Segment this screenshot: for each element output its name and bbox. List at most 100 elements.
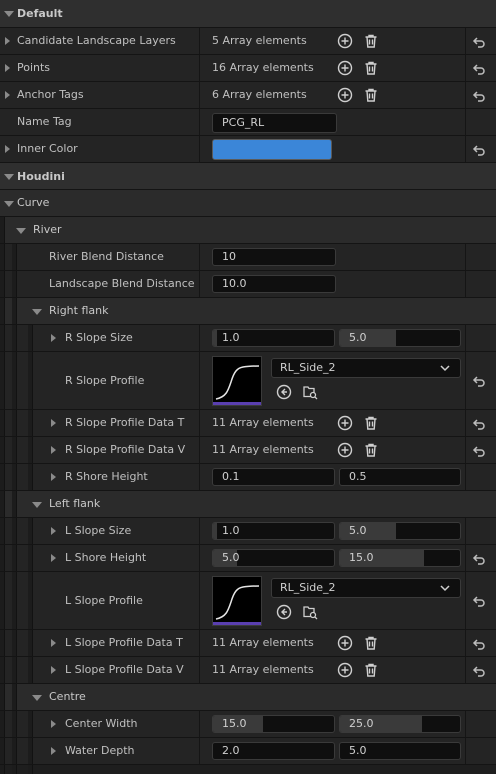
group-right-flank[interactable]: Right flank — [0, 298, 496, 325]
expand-arrow-icon[interactable] — [5, 37, 10, 45]
r-slope-size-min-input[interactable]: 1.0 — [212, 329, 335, 347]
column-divider[interactable] — [199, 630, 200, 656]
r-slope-size-max-input[interactable]: 5.0 — [339, 329, 461, 347]
add-element-icon[interactable] — [337, 60, 353, 76]
browse-arrow-icon[interactable] — [276, 604, 292, 620]
reset-arrow-icon[interactable] — [472, 552, 486, 566]
expand-arrow-icon[interactable] — [51, 334, 56, 342]
expand-arrow-icon[interactable] — [51, 419, 56, 427]
expand-arrow-icon[interactable] — [51, 446, 56, 454]
reset-arrow-icon[interactable] — [472, 444, 486, 458]
column-divider[interactable] — [199, 518, 200, 544]
center-width-max-input[interactable]: 25.0 — [339, 715, 461, 733]
column-divider[interactable] — [199, 244, 200, 270]
r-shore-height-max-input[interactable]: 0.5 — [339, 468, 461, 486]
column-divider[interactable] — [199, 55, 200, 81]
column-divider[interactable] — [199, 410, 200, 436]
column-divider[interactable] — [199, 738, 200, 764]
group-river[interactable]: River — [0, 217, 496, 244]
column-divider[interactable] — [199, 545, 200, 571]
name-tag-input[interactable]: PCG_RL — [212, 113, 337, 133]
expand-arrow-icon[interactable] — [4, 11, 14, 17]
add-element-icon[interactable] — [337, 442, 353, 458]
indent-guide — [12, 271, 17, 297]
l-slope-size-min-input[interactable]: 1.0 — [212, 522, 335, 540]
array-count: 16 Array elements — [212, 61, 314, 74]
column-divider[interactable] — [199, 109, 200, 135]
center-width-min-input[interactable]: 15.0 — [212, 715, 335, 733]
expand-arrow-icon[interactable] — [32, 502, 42, 508]
reset-arrow-icon[interactable] — [472, 89, 486, 103]
reset-arrow-icon[interactable] — [472, 35, 486, 49]
expand-arrow-icon[interactable] — [5, 64, 10, 72]
add-element-icon[interactable] — [337, 87, 353, 103]
add-element-icon[interactable] — [337, 33, 353, 49]
category-default[interactable]: Default — [0, 0, 496, 28]
column-divider[interactable] — [199, 572, 200, 629]
expand-arrow-icon[interactable] — [51, 720, 56, 728]
reset-arrow-icon[interactable] — [472, 143, 486, 157]
group-centre[interactable]: Centre — [0, 684, 496, 711]
l-slope-size-max-input[interactable]: 5.0 — [339, 522, 461, 540]
indent-guide — [0, 244, 5, 270]
category-houdini[interactable]: Houdini — [0, 163, 496, 190]
find-asset-icon[interactable] — [302, 604, 318, 620]
expand-arrow-icon[interactable] — [51, 554, 56, 562]
expand-arrow-icon[interactable] — [32, 309, 42, 315]
trash-icon[interactable] — [363, 442, 379, 458]
reset-arrow-icon[interactable] — [472, 637, 486, 651]
landscape-blend-input[interactable]: 10.0 — [212, 275, 336, 293]
reset-arrow-icon[interactable] — [472, 417, 486, 431]
curve-thumbnail[interactable] — [212, 356, 262, 406]
column-divider[interactable] — [199, 325, 200, 351]
expand-arrow-icon[interactable] — [5, 91, 10, 99]
reset-arrow-icon[interactable] — [472, 594, 486, 608]
expand-arrow-icon[interactable] — [51, 527, 56, 535]
expand-arrow-icon[interactable] — [4, 201, 14, 207]
r-slope-profile-asset-picker[interactable]: RL_Side_2 — [271, 358, 461, 378]
river-blend-input[interactable]: 10 — [212, 248, 336, 266]
r-shore-height-min-input[interactable]: 0.1 — [212, 468, 335, 486]
column-divider[interactable] — [199, 352, 200, 409]
reset-arrow-icon[interactable] — [472, 62, 486, 76]
l-shore-height-min-input[interactable]: 5.0 — [212, 549, 335, 567]
group-curve[interactable]: Curve — [0, 190, 496, 217]
expand-arrow-icon[interactable] — [32, 695, 42, 701]
column-divider[interactable] — [199, 271, 200, 297]
add-element-icon[interactable] — [337, 635, 353, 651]
add-element-icon[interactable] — [337, 415, 353, 431]
expand-arrow-icon[interactable] — [4, 174, 14, 180]
column-divider[interactable] — [199, 711, 200, 737]
indent-guide — [28, 545, 33, 571]
expand-arrow-icon[interactable] — [51, 473, 56, 481]
l-shore-height-max-input[interactable]: 15.0 — [339, 549, 461, 567]
expand-arrow-icon[interactable] — [16, 228, 26, 234]
column-divider[interactable] — [199, 28, 200, 54]
color-swatch[interactable] — [212, 139, 332, 160]
curve-thumbnail[interactable] — [212, 576, 262, 626]
expand-arrow-icon[interactable] — [51, 666, 56, 674]
reset-arrow-icon[interactable] — [472, 374, 486, 388]
column-divider[interactable] — [199, 82, 200, 108]
trash-icon[interactable] — [363, 415, 379, 431]
trash-icon[interactable] — [363, 33, 379, 49]
expand-arrow-icon[interactable] — [5, 145, 10, 153]
column-divider[interactable] — [199, 657, 200, 683]
water-depth-min-input[interactable]: 2.0 — [212, 742, 335, 760]
find-asset-icon[interactable] — [302, 384, 318, 400]
column-divider[interactable] — [199, 437, 200, 463]
trash-icon[interactable] — [363, 87, 379, 103]
column-divider[interactable] — [199, 464, 200, 490]
expand-arrow-icon[interactable] — [51, 639, 56, 647]
trash-icon[interactable] — [363, 662, 379, 678]
l-slope-profile-asset-picker[interactable]: RL_Side_2 — [271, 578, 461, 598]
reset-arrow-icon[interactable] — [472, 664, 486, 678]
trash-icon[interactable] — [363, 60, 379, 76]
trash-icon[interactable] — [363, 635, 379, 651]
add-element-icon[interactable] — [337, 662, 353, 678]
water-depth-max-input[interactable]: 5.0 — [339, 742, 461, 760]
browse-arrow-icon[interactable] — [276, 384, 292, 400]
column-divider[interactable] — [199, 136, 200, 162]
expand-arrow-icon[interactable] — [51, 747, 56, 755]
group-left-flank[interactable]: Left flank — [0, 491, 496, 518]
